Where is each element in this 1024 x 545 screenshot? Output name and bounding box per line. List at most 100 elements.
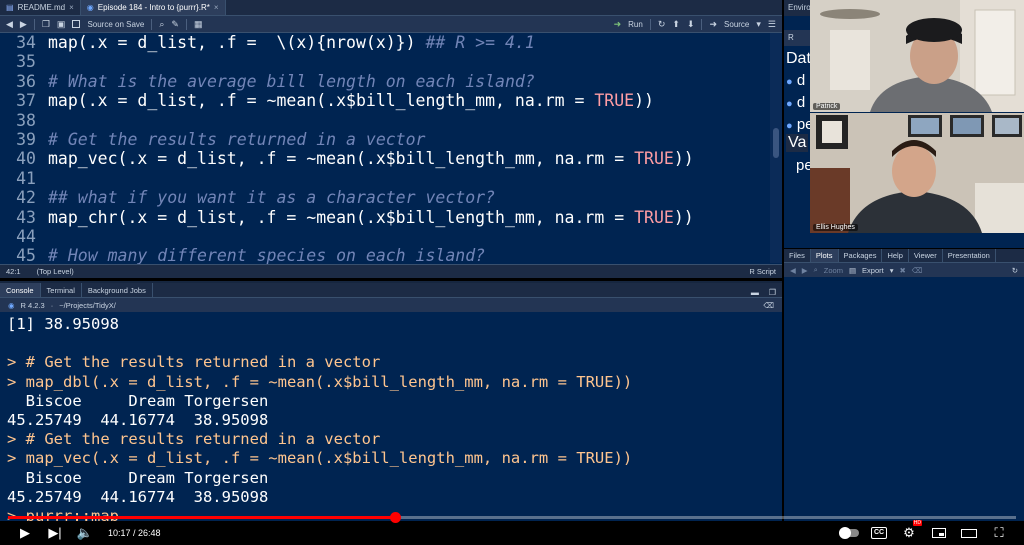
progress-bar[interactable]: [8, 512, 1016, 523]
code-line[interactable]: 38: [0, 111, 770, 130]
code-text: ## what if you want it as a character ve…: [38, 188, 495, 207]
r-file-icon: ◉: [86, 3, 94, 12]
tab-help[interactable]: Help: [882, 249, 909, 262]
tab-files[interactable]: Files: [784, 249, 811, 262]
volume-icon[interactable]: 🔈: [70, 522, 100, 544]
code-line[interactable]: 40 map_vec(.x = d_list, .f = ~mean(.x$bil…: [0, 149, 770, 168]
magic-wand-icon[interactable]: ✎: [171, 19, 179, 29]
console-tab-bar: Console Terminal Background Jobs ▬ ❐: [0, 283, 782, 298]
divider: [649, 18, 651, 30]
tab-terminal[interactable]: Terminal: [41, 283, 82, 297]
next-button[interactable]: ▶|: [40, 522, 70, 544]
code-line[interactable]: 44: [0, 227, 770, 246]
code-comment: ## R >= 4.1: [425, 33, 535, 52]
zoom-icon[interactable]: ⌕: [814, 265, 818, 275]
code-line[interactable]: 45 # How many different species on each i…: [0, 246, 770, 265]
run-button[interactable]: Run: [628, 20, 643, 29]
theater-mode-button[interactable]: [954, 522, 984, 544]
captions-button[interactable]: CC: [864, 522, 894, 544]
clear-console-icon[interactable]: ⌫: [763, 301, 774, 310]
scrollbar-thumb[interactable]: [773, 128, 779, 158]
code-line[interactable]: 39 # Get the results returned in a vector: [0, 130, 770, 149]
document-outline-icon[interactable]: ☰: [768, 19, 776, 29]
code-token: )): [634, 91, 654, 111]
line-number: 35: [16, 52, 36, 72]
source-icon[interactable]: ➜: [709, 19, 717, 29]
code-line[interactable]: 34 map(.x = d_list, .f = \(x){nrow(x)}) #…: [0, 33, 770, 52]
code-area[interactable]: 34 map(.x = d_list, .f = \(x){nrow(x)}) #…: [0, 33, 770, 265]
settings-button[interactable]: ⚙ HD: [894, 520, 924, 544]
tab-viewer[interactable]: Viewer: [909, 249, 943, 262]
code-line[interactable]: 36 # What is the average bill length on e…: [0, 72, 770, 91]
tab-console[interactable]: Console: [0, 283, 41, 297]
tab-background-jobs[interactable]: Background Jobs: [82, 283, 153, 297]
webcam-ellis: Ellis Hughes: [810, 113, 1024, 233]
search-icon[interactable]: ⌕: [159, 19, 164, 29]
expand-icon[interactable]: ●: [786, 76, 793, 88]
close-icon[interactable]: ×: [69, 3, 74, 12]
play-button[interactable]: ▶: [10, 522, 40, 544]
code-line[interactable]: 37 map(.x = d_list, .f = ~mean(.x$bill_le…: [0, 91, 770, 110]
working-directory[interactable]: ~/Projects/TidyX/: [59, 301, 116, 310]
broom-icon[interactable]: ⌫: [912, 266, 923, 275]
expand-icon[interactable]: ●: [786, 98, 793, 110]
file-type-indicator[interactable]: R Script: [749, 267, 776, 276]
separator: ·: [50, 300, 54, 310]
up-arrow-icon[interactable]: ⬆: [672, 19, 680, 29]
forward-arrow-icon[interactable]: ▶: [802, 266, 808, 275]
code-line[interactable]: 41: [0, 169, 770, 188]
line-number: 44: [16, 226, 36, 246]
console-output-line: [1] 38.95098: [7, 315, 119, 333]
maximize-icon[interactable]: ❐: [763, 288, 782, 297]
miniplayer-button[interactable]: [924, 522, 954, 544]
expand-icon[interactable]: ●: [786, 120, 793, 132]
files-pane: Files Plots Packages Help Viewer Present…: [784, 249, 1024, 521]
minimize-icon[interactable]: ▬: [747, 288, 763, 297]
code-line[interactable]: 35: [0, 52, 770, 71]
tab-packages[interactable]: Packages: [839, 249, 883, 262]
code-token: map_chr(.x = d_list, .f = ~mean(.x$bill_…: [48, 207, 635, 227]
env-row[interactable]: ● d: [786, 72, 805, 89]
code-keyword: TRUE: [594, 91, 635, 111]
console-input-line: > # Get the results returned in a vector: [7, 430, 381, 449]
show-in-window-icon[interactable]: ❐: [42, 19, 50, 29]
remove-plot-icon[interactable]: ✖: [899, 266, 905, 275]
tab-presentation[interactable]: Presentation: [943, 249, 996, 262]
source-button[interactable]: Source: [724, 20, 749, 29]
time-display: 10:17 / 26:48: [108, 528, 161, 538]
env-row[interactable]: ● d: [786, 94, 805, 111]
scope-indicator[interactable]: (Top Level): [37, 267, 74, 276]
forward-arrow-icon[interactable]: ▶: [20, 19, 27, 29]
source-editor-pane: ▤ README.md × ◉ Episode 184 - Intro to {…: [0, 0, 782, 278]
export-icon[interactable]: ▤: [849, 266, 856, 275]
autoplay-toggle[interactable]: [834, 522, 864, 544]
down-arrow-icon[interactable]: ⬇: [687, 19, 695, 29]
zoom-button[interactable]: Zoom: [824, 266, 843, 275]
line-number: 40: [16, 149, 36, 169]
line-number: 45: [16, 246, 36, 266]
data-section-header: Dat: [786, 50, 811, 67]
refresh-icon[interactable]: ↻: [1012, 266, 1018, 275]
source-on-save-checkbox[interactable]: [72, 20, 81, 28]
console-output[interactable]: [1] 38.95098 > # Get the results returned…: [0, 315, 782, 521]
rerun-icon[interactable]: ↻: [658, 19, 666, 29]
code-text: map_chr(.x = d_list, .f = ~mean(.x$bill_…: [38, 208, 694, 227]
divider: [185, 18, 187, 30]
tab-plots[interactable]: Plots: [810, 249, 839, 262]
console-pane: Console Terminal Background Jobs ▬ ❐ ◉ R…: [0, 281, 782, 521]
chevron-down-icon[interactable]: ▾: [890, 266, 894, 275]
close-icon[interactable]: ×: [214, 3, 219, 12]
code-line[interactable]: 42 ## what if you want it as a character …: [0, 188, 770, 207]
fullscreen-button[interactable]: ⛶: [984, 522, 1014, 544]
export-button[interactable]: Export: [862, 266, 884, 275]
editor-scrollbar[interactable]: [770, 33, 782, 263]
compile-report-icon[interactable]: ▦: [194, 19, 203, 29]
run-icon[interactable]: ➜: [614, 19, 622, 29]
chevron-down-icon[interactable]: ▾: [756, 19, 761, 29]
tab-episode-184[interactable]: ◉ Episode 184 - Intro to {purrr}.R* ×: [80, 0, 226, 15]
save-icon[interactable]: ▣: [57, 19, 66, 29]
back-arrow-icon[interactable]: ◀: [790, 266, 796, 275]
tab-readme[interactable]: ▤ README.md ×: [0, 0, 81, 15]
back-arrow-icon[interactable]: ◀: [6, 19, 13, 29]
code-line[interactable]: 43 map_chr(.x = d_list, .f = ~mean(.x$bil…: [0, 208, 770, 227]
